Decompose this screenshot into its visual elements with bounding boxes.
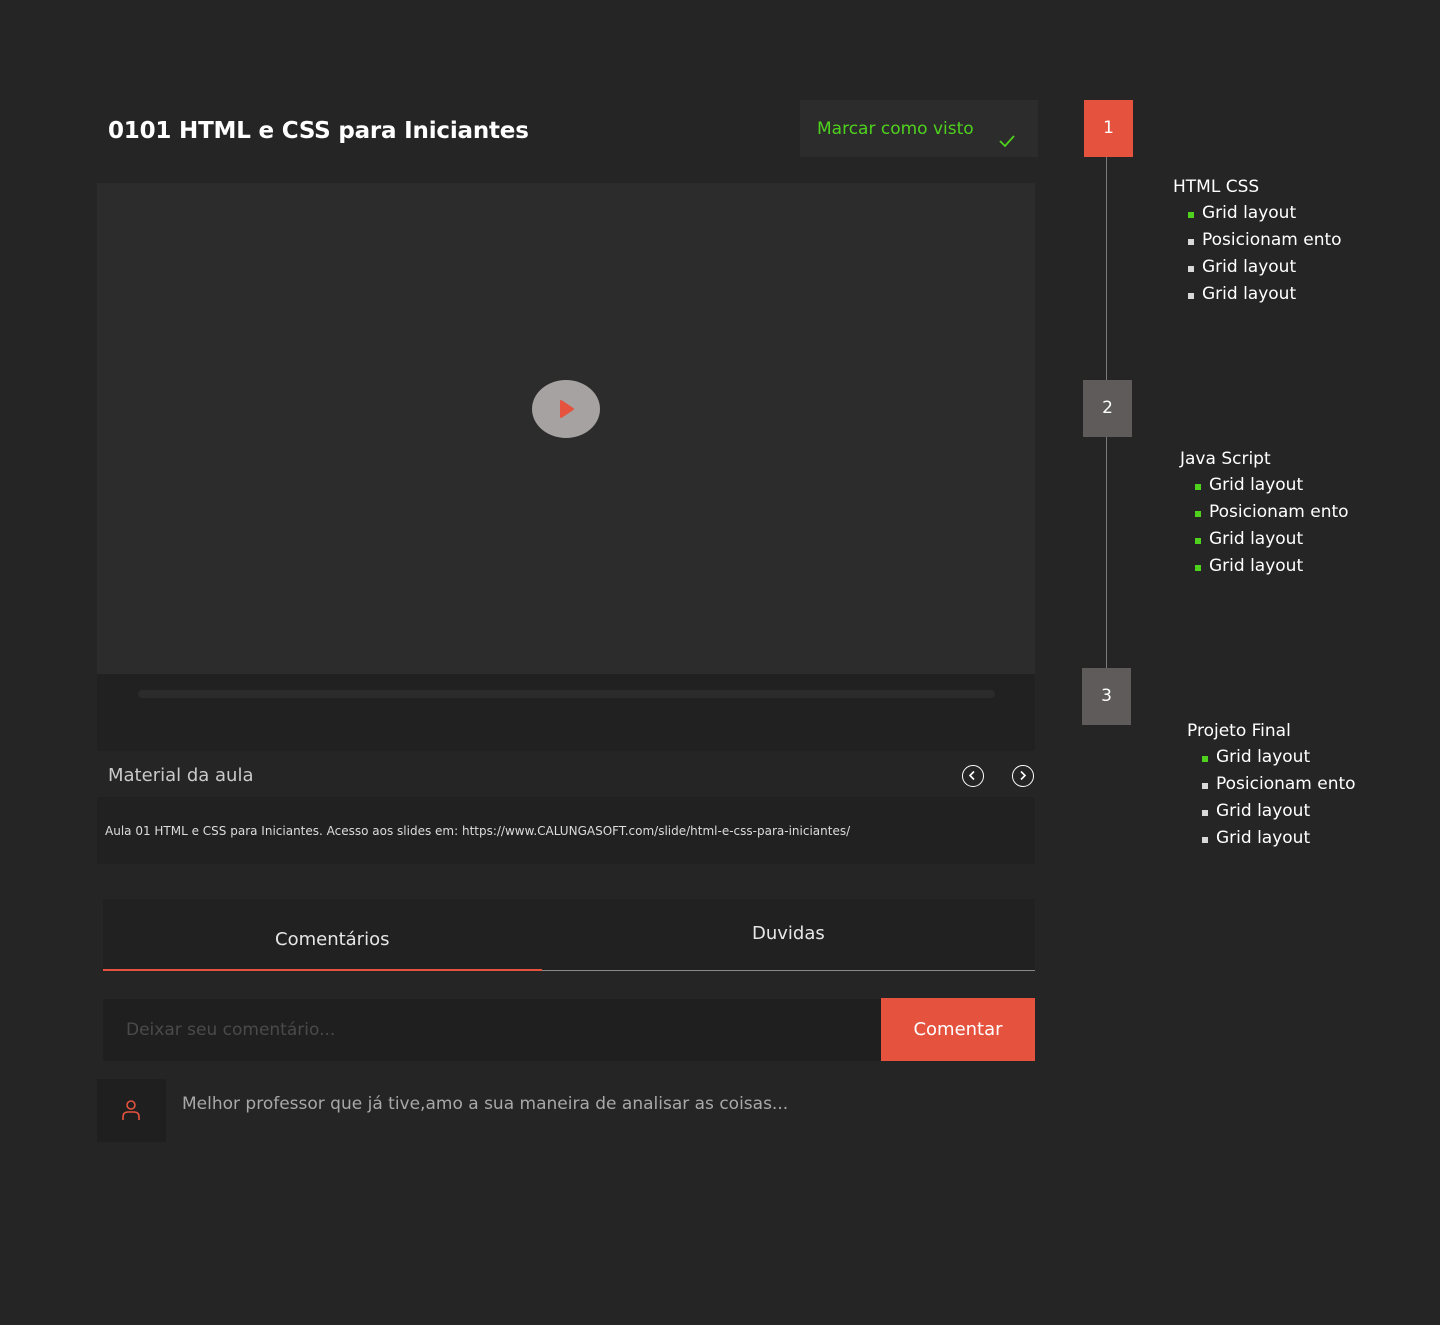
mark-as-seen-label: Marcar como visto: [817, 119, 974, 139]
topic-status-bullet: [1202, 810, 1208, 816]
module-title: Java Script: [1180, 449, 1271, 469]
module-topic-item[interactable]: Grid layout: [1202, 203, 1296, 223]
comments-tabs: Comentários Duvidas: [103, 899, 1035, 971]
next-button[interactable]: [1012, 765, 1034, 787]
topic-status-bullet: [1202, 837, 1208, 843]
tab-duvidas-label: Duvidas: [752, 923, 825, 944]
lesson-title: 0101 HTML e CSS para Iniciantes: [108, 118, 529, 144]
module-step-number: 2: [1102, 398, 1113, 418]
comment-submit-button[interactable]: Comentar: [881, 998, 1035, 1061]
active-tab-indicator: [103, 969, 542, 971]
module-topic-item[interactable]: Grid layout: [1216, 828, 1310, 848]
module-topic-item[interactable]: Grid layout: [1216, 801, 1310, 821]
tab-duvidas[interactable]: Duvidas: [542, 899, 1035, 970]
module-topic-item[interactable]: Grid layout: [1202, 257, 1296, 277]
chevron-left-icon: [968, 770, 975, 781]
topic-status-bullet: [1195, 538, 1201, 544]
comment-input[interactable]: [103, 999, 881, 1061]
module-title: Projeto Final: [1187, 721, 1291, 741]
topic-status-bullet: [1188, 212, 1194, 218]
lesson-description: Aula 01 HTML e CSS para Iniciantes. Aces…: [97, 797, 1035, 864]
video-controls-bar: [97, 674, 1035, 751]
check-icon: [999, 135, 1015, 148]
material-label: Material da aula: [108, 765, 254, 786]
module-title: HTML CSS: [1173, 177, 1260, 197]
module-topic-item[interactable]: Grid layout: [1202, 284, 1296, 304]
topic-status-bullet: [1195, 565, 1201, 571]
avatar: [97, 1079, 166, 1142]
chevron-right-icon: [1020, 770, 1027, 781]
module-topic-item[interactable]: Posicionam ento: [1216, 774, 1356, 794]
topic-status-bullet: [1188, 293, 1194, 299]
topic-status-bullet: [1195, 484, 1201, 490]
module-topic-item[interactable]: Grid layout: [1209, 556, 1303, 576]
video-player[interactable]: [97, 183, 1035, 674]
module-topic-item[interactable]: Grid layout: [1216, 747, 1310, 767]
module-topic-item[interactable]: Grid layout: [1209, 529, 1303, 549]
tab-comentarios[interactable]: Comentários: [103, 899, 542, 970]
topic-status-bullet: [1202, 783, 1208, 789]
topic-status-bullet: [1202, 756, 1208, 762]
play-button[interactable]: [532, 380, 600, 438]
comment-input-container: [103, 999, 881, 1061]
module-step-1[interactable]: 1: [1084, 100, 1133, 157]
play-icon: [560, 400, 574, 418]
module-step-3[interactable]: 3: [1082, 668, 1131, 725]
topic-status-bullet: [1188, 266, 1194, 272]
module-topic-item[interactable]: Grid layout: [1209, 475, 1303, 495]
user-icon: [122, 1100, 140, 1120]
module-step-2[interactable]: 2: [1083, 380, 1132, 437]
mark-as-seen-button[interactable]: Marcar como visto: [800, 100, 1038, 157]
tab-comentarios-label: Comentários: [275, 929, 390, 950]
lesson-description-text: Aula 01 HTML e CSS para Iniciantes. Aces…: [105, 824, 851, 838]
comment-text: Melhor professor que já tive,amo a sua m…: [182, 1094, 789, 1114]
module-step-number: 3: [1101, 686, 1112, 706]
module-topic-item[interactable]: Posicionam ento: [1209, 502, 1349, 522]
previous-button[interactable]: [962, 765, 984, 787]
topic-status-bullet: [1195, 511, 1201, 517]
topic-status-bullet: [1188, 239, 1194, 245]
video-progress-bar[interactable]: [138, 690, 995, 698]
module-step-number: 1: [1103, 118, 1114, 138]
module-topic-item[interactable]: Posicionam ento: [1202, 230, 1342, 250]
